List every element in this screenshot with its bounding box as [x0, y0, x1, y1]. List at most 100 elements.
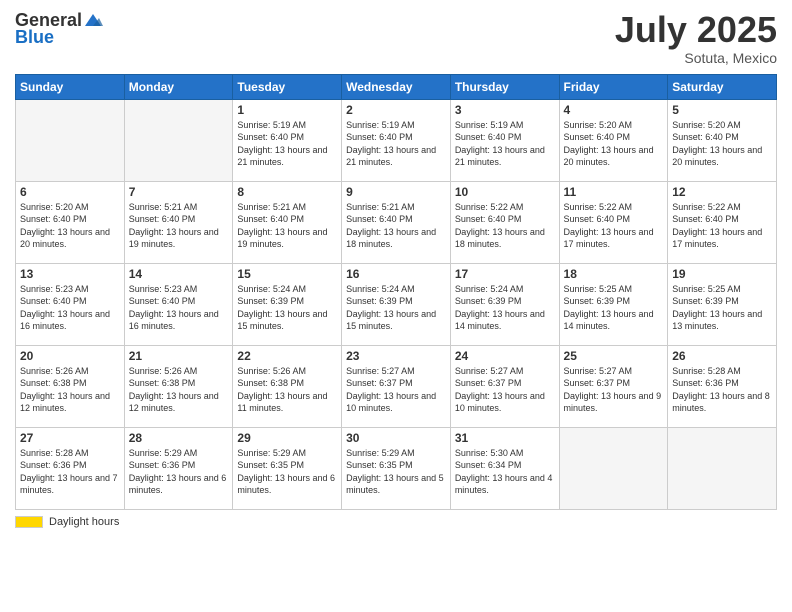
- day-info: Sunrise: 5:27 AM Sunset: 6:37 PM Dayligh…: [455, 365, 555, 415]
- header-thursday: Thursday: [450, 74, 559, 99]
- day-number: 23: [346, 349, 446, 363]
- table-row: 7 Sunrise: 5:21 AM Sunset: 6:40 PM Daylig…: [124, 181, 233, 263]
- calendar-week-4: 27Sunrise: 5:28 AM Sunset: 6:36 PM Dayli…: [16, 427, 777, 509]
- table-row: [668, 427, 777, 509]
- table-row: 12 Sunrise: 5:22 AM Sunset: 6:40 PM Dayli…: [668, 181, 777, 263]
- table-row: 30 Sunrise: 5:29 AM Sunset: 6:35 PM Dayli…: [342, 427, 451, 509]
- day-number: 20: [20, 349, 120, 363]
- table-row: 19 Sunrise: 5:25 AM Sunset: 6:39 PM Dayli…: [668, 263, 777, 345]
- day-info: Sunrise: 5:27 AM Sunset: 6:37 PM Dayligh…: [564, 365, 664, 415]
- day-number: 8: [237, 185, 337, 199]
- day-number: 3: [455, 103, 555, 117]
- day-info: Sunrise: 5:20 AM Sunset: 6:40 PM Dayligh…: [564, 119, 664, 169]
- day-number: 22: [237, 349, 337, 363]
- table-row: 6Sunrise: 5:20 AM Sunset: 6:40 PM Daylig…: [16, 181, 125, 263]
- day-number: 15: [237, 267, 337, 281]
- day-info: Sunrise: 5:22 AM Sunset: 6:40 PM Dayligh…: [672, 201, 772, 251]
- day-number: 30: [346, 431, 446, 445]
- day-info: Sunrise: 5:26 AM Sunset: 6:38 PM Dayligh…: [129, 365, 229, 415]
- day-number: 12: [672, 185, 772, 199]
- table-row: 23Sunrise: 5:27 AM Sunset: 6:37 PM Dayli…: [342, 345, 451, 427]
- logo: General Blue: [15, 10, 103, 48]
- day-number: 9: [346, 185, 446, 199]
- logo-icon: [83, 10, 103, 30]
- header-monday: Monday: [124, 74, 233, 99]
- page: General Blue July 2025 Sotuta, Mexico Su…: [0, 0, 792, 612]
- table-row: 1Sunrise: 5:19 AM Sunset: 6:40 PM Daylig…: [233, 99, 342, 181]
- day-info: Sunrise: 5:24 AM Sunset: 6:39 PM Dayligh…: [455, 283, 555, 333]
- day-number: 18: [564, 267, 664, 281]
- table-row: 21 Sunrise: 5:26 AM Sunset: 6:38 PM Dayli…: [124, 345, 233, 427]
- day-info: Sunrise: 5:29 AM Sunset: 6:35 PM Dayligh…: [346, 447, 446, 497]
- table-row: 25 Sunrise: 5:27 AM Sunset: 6:37 PM Dayli…: [559, 345, 668, 427]
- table-row: 10 Sunrise: 5:22 AM Sunset: 6:40 PM Dayli…: [450, 181, 559, 263]
- day-number: 5: [672, 103, 772, 117]
- calendar-week-3: 20 Sunrise: 5:26 AM Sunset: 6:38 PM Dayli…: [16, 345, 777, 427]
- day-info: Sunrise: 5:19 AM Sunset: 6:40 PM Dayligh…: [237, 119, 337, 169]
- daylight-swatch: [15, 516, 43, 528]
- table-row: 24 Sunrise: 5:27 AM Sunset: 6:37 PM Dayli…: [450, 345, 559, 427]
- day-info: Sunrise: 5:21 AM Sunset: 6:40 PM Dayligh…: [129, 201, 229, 251]
- table-row: 4 Sunrise: 5:20 AM Sunset: 6:40 PM Daylig…: [559, 99, 668, 181]
- header-tuesday: Tuesday: [233, 74, 342, 99]
- day-number: 7: [129, 185, 229, 199]
- day-number: 27: [20, 431, 120, 445]
- table-row: 20Sunrise: 5:26 AM Sunset: 6:38 PM Dayli…: [16, 345, 125, 427]
- title-block: July 2025 Sotuta, Mexico: [615, 10, 777, 66]
- day-number: 26: [672, 349, 772, 363]
- table-row: 16Sunrise: 5:24 AM Sunset: 6:39 PM Dayli…: [342, 263, 451, 345]
- day-info: Sunrise: 5:21 AM Sunset: 6:40 PM Dayligh…: [237, 201, 337, 251]
- day-number: 13: [20, 267, 120, 281]
- table-row: 27Sunrise: 5:28 AM Sunset: 6:36 PM Dayli…: [16, 427, 125, 509]
- table-row: 9 Sunrise: 5:21 AM Sunset: 6:40 PM Daylig…: [342, 181, 451, 263]
- day-info: Sunrise: 5:26 AM Sunset: 6:38 PM Dayligh…: [237, 365, 337, 415]
- table-row: 14Sunrise: 5:23 AM Sunset: 6:40 PM Dayli…: [124, 263, 233, 345]
- table-row: [16, 99, 125, 181]
- day-number: 10: [455, 185, 555, 199]
- weekday-header-row: Sunday Monday Tuesday Wednesday Thursday…: [16, 74, 777, 99]
- day-number: 21: [129, 349, 229, 363]
- day-info: Sunrise: 5:23 AM Sunset: 6:40 PM Dayligh…: [20, 283, 120, 333]
- header-sunday: Sunday: [16, 74, 125, 99]
- day-number: 11: [564, 185, 664, 199]
- table-row: 11 Sunrise: 5:22 AM Sunset: 6:40 PM Dayli…: [559, 181, 668, 263]
- day-info: Sunrise: 5:22 AM Sunset: 6:40 PM Dayligh…: [564, 201, 664, 251]
- header-saturday: Saturday: [668, 74, 777, 99]
- day-info: Sunrise: 5:20 AM Sunset: 6:40 PM Dayligh…: [20, 201, 120, 251]
- table-row: 17Sunrise: 5:24 AM Sunset: 6:39 PM Dayli…: [450, 263, 559, 345]
- day-number: 31: [455, 431, 555, 445]
- table-row: 22 Sunrise: 5:26 AM Sunset: 6:38 PM Dayli…: [233, 345, 342, 427]
- table-row: 8 Sunrise: 5:21 AM Sunset: 6:40 PM Daylig…: [233, 181, 342, 263]
- month-title: July 2025: [615, 10, 777, 50]
- table-row: 2Sunrise: 5:19 AM Sunset: 6:40 PM Daylig…: [342, 99, 451, 181]
- day-number: 25: [564, 349, 664, 363]
- day-number: 16: [346, 267, 446, 281]
- table-row: 3Sunrise: 5:19 AM Sunset: 6:40 PM Daylig…: [450, 99, 559, 181]
- table-row: 26Sunrise: 5:28 AM Sunset: 6:36 PM Dayli…: [668, 345, 777, 427]
- day-info: Sunrise: 5:25 AM Sunset: 6:39 PM Dayligh…: [672, 283, 772, 333]
- day-info: Sunrise: 5:29 AM Sunset: 6:36 PM Dayligh…: [129, 447, 229, 497]
- day-number: 19: [672, 267, 772, 281]
- table-row: 18Sunrise: 5:25 AM Sunset: 6:39 PM Dayli…: [559, 263, 668, 345]
- calendar-week-2: 13 Sunrise: 5:23 AM Sunset: 6:40 PM Dayli…: [16, 263, 777, 345]
- table-row: [124, 99, 233, 181]
- table-row: 13 Sunrise: 5:23 AM Sunset: 6:40 PM Dayli…: [16, 263, 125, 345]
- day-info: Sunrise: 5:24 AM Sunset: 6:39 PM Dayligh…: [237, 283, 337, 333]
- day-info: Sunrise: 5:23 AM Sunset: 6:40 PM Dayligh…: [129, 283, 229, 333]
- day-number: 2: [346, 103, 446, 117]
- table-row: 29 Sunrise: 5:29 AM Sunset: 6:35 PM Dayli…: [233, 427, 342, 509]
- table-row: 5 Sunrise: 5:20 AM Sunset: 6:40 PM Daylig…: [668, 99, 777, 181]
- day-info: Sunrise: 5:21 AM Sunset: 6:40 PM Dayligh…: [346, 201, 446, 251]
- table-row: [559, 427, 668, 509]
- subtitle: Sotuta, Mexico: [615, 50, 777, 66]
- day-number: 29: [237, 431, 337, 445]
- day-info: Sunrise: 5:22 AM Sunset: 6:40 PM Dayligh…: [455, 201, 555, 251]
- day-number: 24: [455, 349, 555, 363]
- day-info: Sunrise: 5:29 AM Sunset: 6:35 PM Dayligh…: [237, 447, 337, 497]
- calendar-week-1: 6Sunrise: 5:20 AM Sunset: 6:40 PM Daylig…: [16, 181, 777, 263]
- daylight-label: Daylight hours: [49, 516, 119, 528]
- logo-blue-text: Blue: [15, 27, 54, 48]
- day-number: 4: [564, 103, 664, 117]
- calendar: Sunday Monday Tuesday Wednesday Thursday…: [15, 74, 777, 510]
- day-info: Sunrise: 5:20 AM Sunset: 6:40 PM Dayligh…: [672, 119, 772, 169]
